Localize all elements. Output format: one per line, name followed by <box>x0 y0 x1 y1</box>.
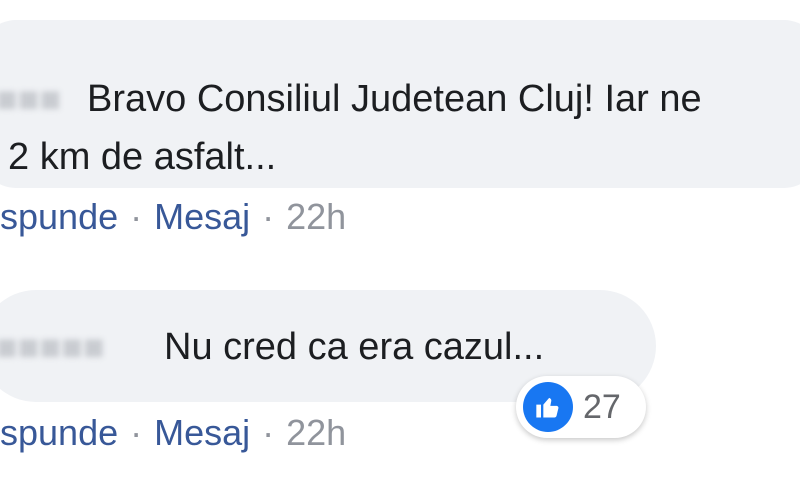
reaction-count: 27 <box>583 387 621 426</box>
separator: · <box>262 196 275 237</box>
reaction-summary[interactable]: 27 <box>516 376 646 438</box>
reply-link[interactable]: spunde <box>0 412 118 454</box>
separator: · <box>262 412 275 453</box>
reply-link[interactable]: spunde <box>0 196 118 238</box>
comment-actions: spunde · Mesaj · 22h <box>0 196 346 238</box>
thumbs-up-icon <box>536 397 559 418</box>
separator: · <box>130 412 143 453</box>
comment-text-line: Nu cred ca era cazul... <box>164 326 545 368</box>
author-name-redacted[interactable]: ■■■ <box>0 78 61 120</box>
message-link[interactable]: Mesaj <box>154 412 250 454</box>
comment-actions: spunde · Mesaj · 22h <box>0 412 346 454</box>
message-link[interactable]: Mesaj <box>154 196 250 238</box>
comment-text-line: 2 km de asfalt... <box>8 136 277 178</box>
separator: · <box>130 196 143 237</box>
comment-text-line: Bravo Consiliul Judetean Cluj! Iar ne <box>87 78 702 120</box>
timestamp[interactable]: 22h <box>286 412 346 454</box>
comment-bubble: ■■■ Bravo Consiliul Judetean Cluj! Iar n… <box>0 20 800 188</box>
author-name-redacted[interactable]: ■■■■■ <box>0 326 105 368</box>
comment-thread: ■■■ Bravo Consiliul Judetean Cluj! Iar n… <box>0 0 800 497</box>
timestamp[interactable]: 22h <box>286 196 346 238</box>
like-icon <box>523 382 573 432</box>
